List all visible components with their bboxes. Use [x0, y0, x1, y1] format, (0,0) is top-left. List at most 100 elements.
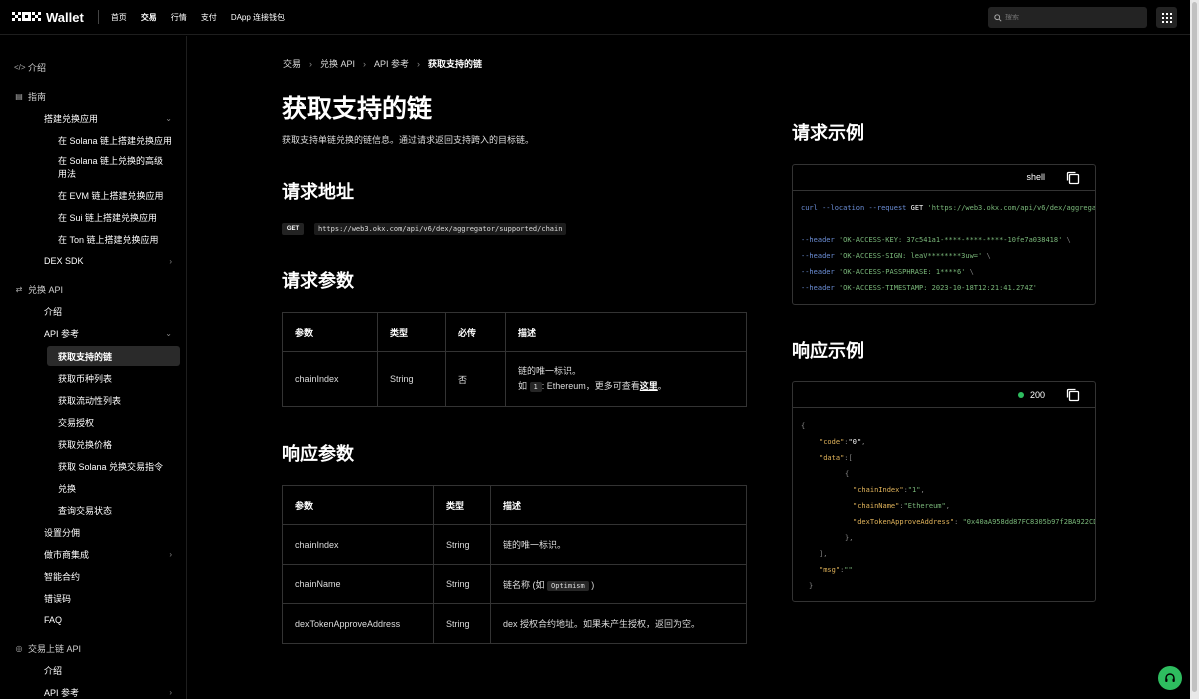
code-line: "data":[ — [819, 454, 853, 462]
request-example-panel: shell curl --location --request GET 'htt… — [792, 164, 1096, 305]
code-token: curl — [801, 204, 818, 212]
code-token: "dexTokenApproveAddress" — [853, 518, 955, 526]
sidebar-item-build-ton[interactable]: 在 Ton 链上搭建兑换应用 — [0, 232, 186, 246]
sidebar-item-solana-swap-instruction[interactable]: 获取 Solana 兑换交易指令 — [0, 459, 186, 473]
description-text: 链名称 (如 — [503, 579, 545, 590]
table-header-row: 参数 类型 必传 描述 — [282, 312, 747, 352]
description-line: 如 1: Ethereum，更多可查看这里。 — [518, 379, 734, 395]
code-token: "0x40aA958dd87FC8305b97f2BA922CDdCa374bc… — [962, 518, 1095, 526]
sidebar-item-tx-status[interactable]: 查询交易状态 — [0, 503, 186, 517]
code-token: 'OK-ACCESS-TIMESTAMP: 2023-10-18T12:21:4… — [838, 284, 1038, 292]
param-type: String — [433, 524, 491, 565]
sidebar-item-liquidity-list[interactable]: 获取流动性列表 — [0, 393, 186, 407]
sidebar-item-smart-contract[interactable]: 智能合约 — [0, 569, 186, 583]
code-token: 'OK-ACCESS-KEY: 37c541a1-****-****-****-… — [838, 236, 1063, 244]
code-line: "chainName":"Ethereum", — [853, 502, 950, 510]
param-name: chainName — [282, 564, 434, 604]
response-example-heading: 响应示例 — [792, 341, 864, 361]
sidebar-section-onchain-api[interactable]: ◎ 交易上链 API — [14, 641, 200, 655]
sidebar-item-build-swap[interactable]: 搭建兑换应用 ⌄ — [0, 111, 186, 125]
nav-market[interactable]: 行情 — [171, 12, 187, 23]
logo-text: Wallet — [46, 9, 84, 25]
sidebar-section-swap-api[interactable]: ⇄ 兑换 API — [14, 282, 200, 296]
breadcrumb-api-ref[interactable]: API 参考 — [374, 57, 409, 70]
column-header: 描述 — [505, 312, 747, 352]
code-token: --location — [822, 204, 865, 212]
column-header: 参数 — [282, 485, 434, 525]
param-description: 链名称 (如 Optimism ) — [490, 564, 747, 604]
sidebar-item-build-solana[interactable]: 在 Solana 链上搭建兑换应用 — [0, 133, 186, 147]
sidebar-item-mm-integration[interactable]: 做市商集成 › — [0, 547, 186, 561]
param-name: chainIndex — [282, 524, 434, 565]
sidebar-item-solana-advanced[interactable]: 在 Solana 链上兑换的高级用法 — [0, 155, 186, 181]
sidebar-item-label: 指南 — [28, 91, 47, 102]
apps-grid-button[interactable] — [1156, 7, 1177, 28]
support-chat-button[interactable] — [1158, 666, 1182, 690]
sidebar-item-approve[interactable]: 交易授权 — [0, 415, 186, 429]
sidebar-item-api-reference[interactable]: API 参考 ⌄ — [0, 326, 186, 340]
sidebar-item-quote[interactable]: 获取兑换价格 — [0, 437, 186, 451]
code-token: "Ethereum" — [903, 502, 946, 510]
copy-icon[interactable] — [1065, 170, 1081, 186]
nav-dapp-connect[interactable]: DApp 连接钱包 — [231, 12, 285, 23]
inline-code: 1 — [529, 381, 542, 392]
code-line: --header 'OK-ACCESS-TIMESTAMP: 2023-10-1… — [801, 284, 1037, 292]
request-params-table: 参数 类型 必传 描述 chainIndex String 否 链的唯一标识。 … — [282, 312, 747, 407]
inline-code: Optimism — [547, 580, 589, 591]
chevron-right-icon: › — [169, 549, 172, 559]
sidebar: </> 介绍 ▤ 指南 搭建兑换应用 ⌄ 在 Solana 链上搭建兑换应用 在 So… — [0, 36, 187, 699]
code-token: "0" — [848, 438, 862, 446]
sidebar-item-label: 做市商集成 — [44, 549, 90, 560]
code-line: ], — [819, 550, 828, 558]
headset-icon — [1165, 673, 1175, 682]
sidebar-item-label: API 参考 — [44, 687, 80, 698]
sidebar-item-intro[interactable]: </> 介绍 — [14, 60, 200, 74]
copy-icon[interactable] — [1065, 387, 1081, 403]
code-line: "chainIndex":"1", — [853, 486, 925, 494]
search-box[interactable] — [988, 7, 1147, 28]
okx-wallet-logo[interactable]: Wallet — [12, 7, 84, 27]
sidebar-item-swap-intro[interactable]: 介绍 — [0, 304, 186, 318]
breadcrumb-swap-api[interactable]: 兑换 API — [320, 57, 355, 70]
sidebar-item-faq[interactable]: FAQ — [0, 613, 186, 627]
nav-pay[interactable]: 支付 — [201, 12, 217, 23]
code-line: --header 'OK-ACCESS-KEY: 37c541a1-****-*… — [801, 236, 1071, 244]
nav-home[interactable]: 首页 — [111, 12, 127, 23]
search-input[interactable] — [1005, 14, 1135, 21]
sidebar-item-supported-chain[interactable]: 获取支持的链 — [0, 349, 186, 363]
code-token: --request — [868, 204, 907, 212]
param-description: 链的唯一标识。 如 1: Ethereum，更多可查看这里。 — [505, 351, 747, 407]
sidebar-item-onchain-intro[interactable]: 介绍 — [0, 663, 186, 677]
response-example-panel: 200 { "code":"0", "data":[ { "chainIndex… — [792, 381, 1096, 602]
sidebar-item-fee-split[interactable]: 设置分佣 — [0, 525, 186, 539]
sidebar-item-label: DEX SDK — [44, 256, 84, 266]
chain-list-link[interactable]: 这里 — [640, 381, 658, 391]
sidebar-item-token-list[interactable]: 获取币种列表 — [0, 371, 186, 385]
sidebar-item-onchain-api-ref[interactable]: API 参考 › — [0, 685, 186, 699]
sidebar-item-label: 兑换 — [58, 483, 77, 494]
status-code: 200 — [1029, 390, 1045, 400]
status-dot-icon — [1017, 392, 1024, 398]
scrollbar-thumb[interactable] — [1192, 2, 1197, 692]
code-token: "chainIndex" — [853, 486, 904, 494]
request-url: https://web3.okx.com/api/v6/dex/aggregat… — [314, 223, 567, 235]
sidebar-item-dex-sdk[interactable]: DEX SDK › — [0, 254, 186, 268]
page-scrollbar[interactable] — [1190, 0, 1199, 699]
sidebar-item-label: 介绍 — [28, 62, 47, 73]
code-token: --header — [801, 284, 835, 292]
sidebar-item-build-evm[interactable]: 在 EVM 链上搭建兑换应用 — [0, 188, 186, 202]
sidebar-item-build-sui[interactable]: 在 Sui 链上搭建兑换应用 — [0, 210, 186, 224]
breadcrumb-trade[interactable]: 交易 — [283, 57, 301, 70]
code-icon: </> — [14, 62, 26, 72]
nav-trade[interactable]: 交易 — [141, 12, 157, 23]
swap-icon: ⇄ — [15, 284, 23, 294]
sidebar-section-guide[interactable]: ▤ 指南 — [14, 89, 200, 103]
param-type: String — [377, 351, 446, 407]
code-token: "1" — [907, 486, 921, 494]
sidebar-item-label: 介绍 — [44, 665, 63, 676]
param-name: chainIndex — [282, 351, 378, 407]
broadcast-icon: ◎ — [15, 643, 23, 653]
code-token: "" — [844, 566, 853, 574]
sidebar-item-swap[interactable]: 兑换 — [0, 481, 186, 495]
sidebar-item-error-codes[interactable]: 错误码 — [0, 591, 186, 605]
